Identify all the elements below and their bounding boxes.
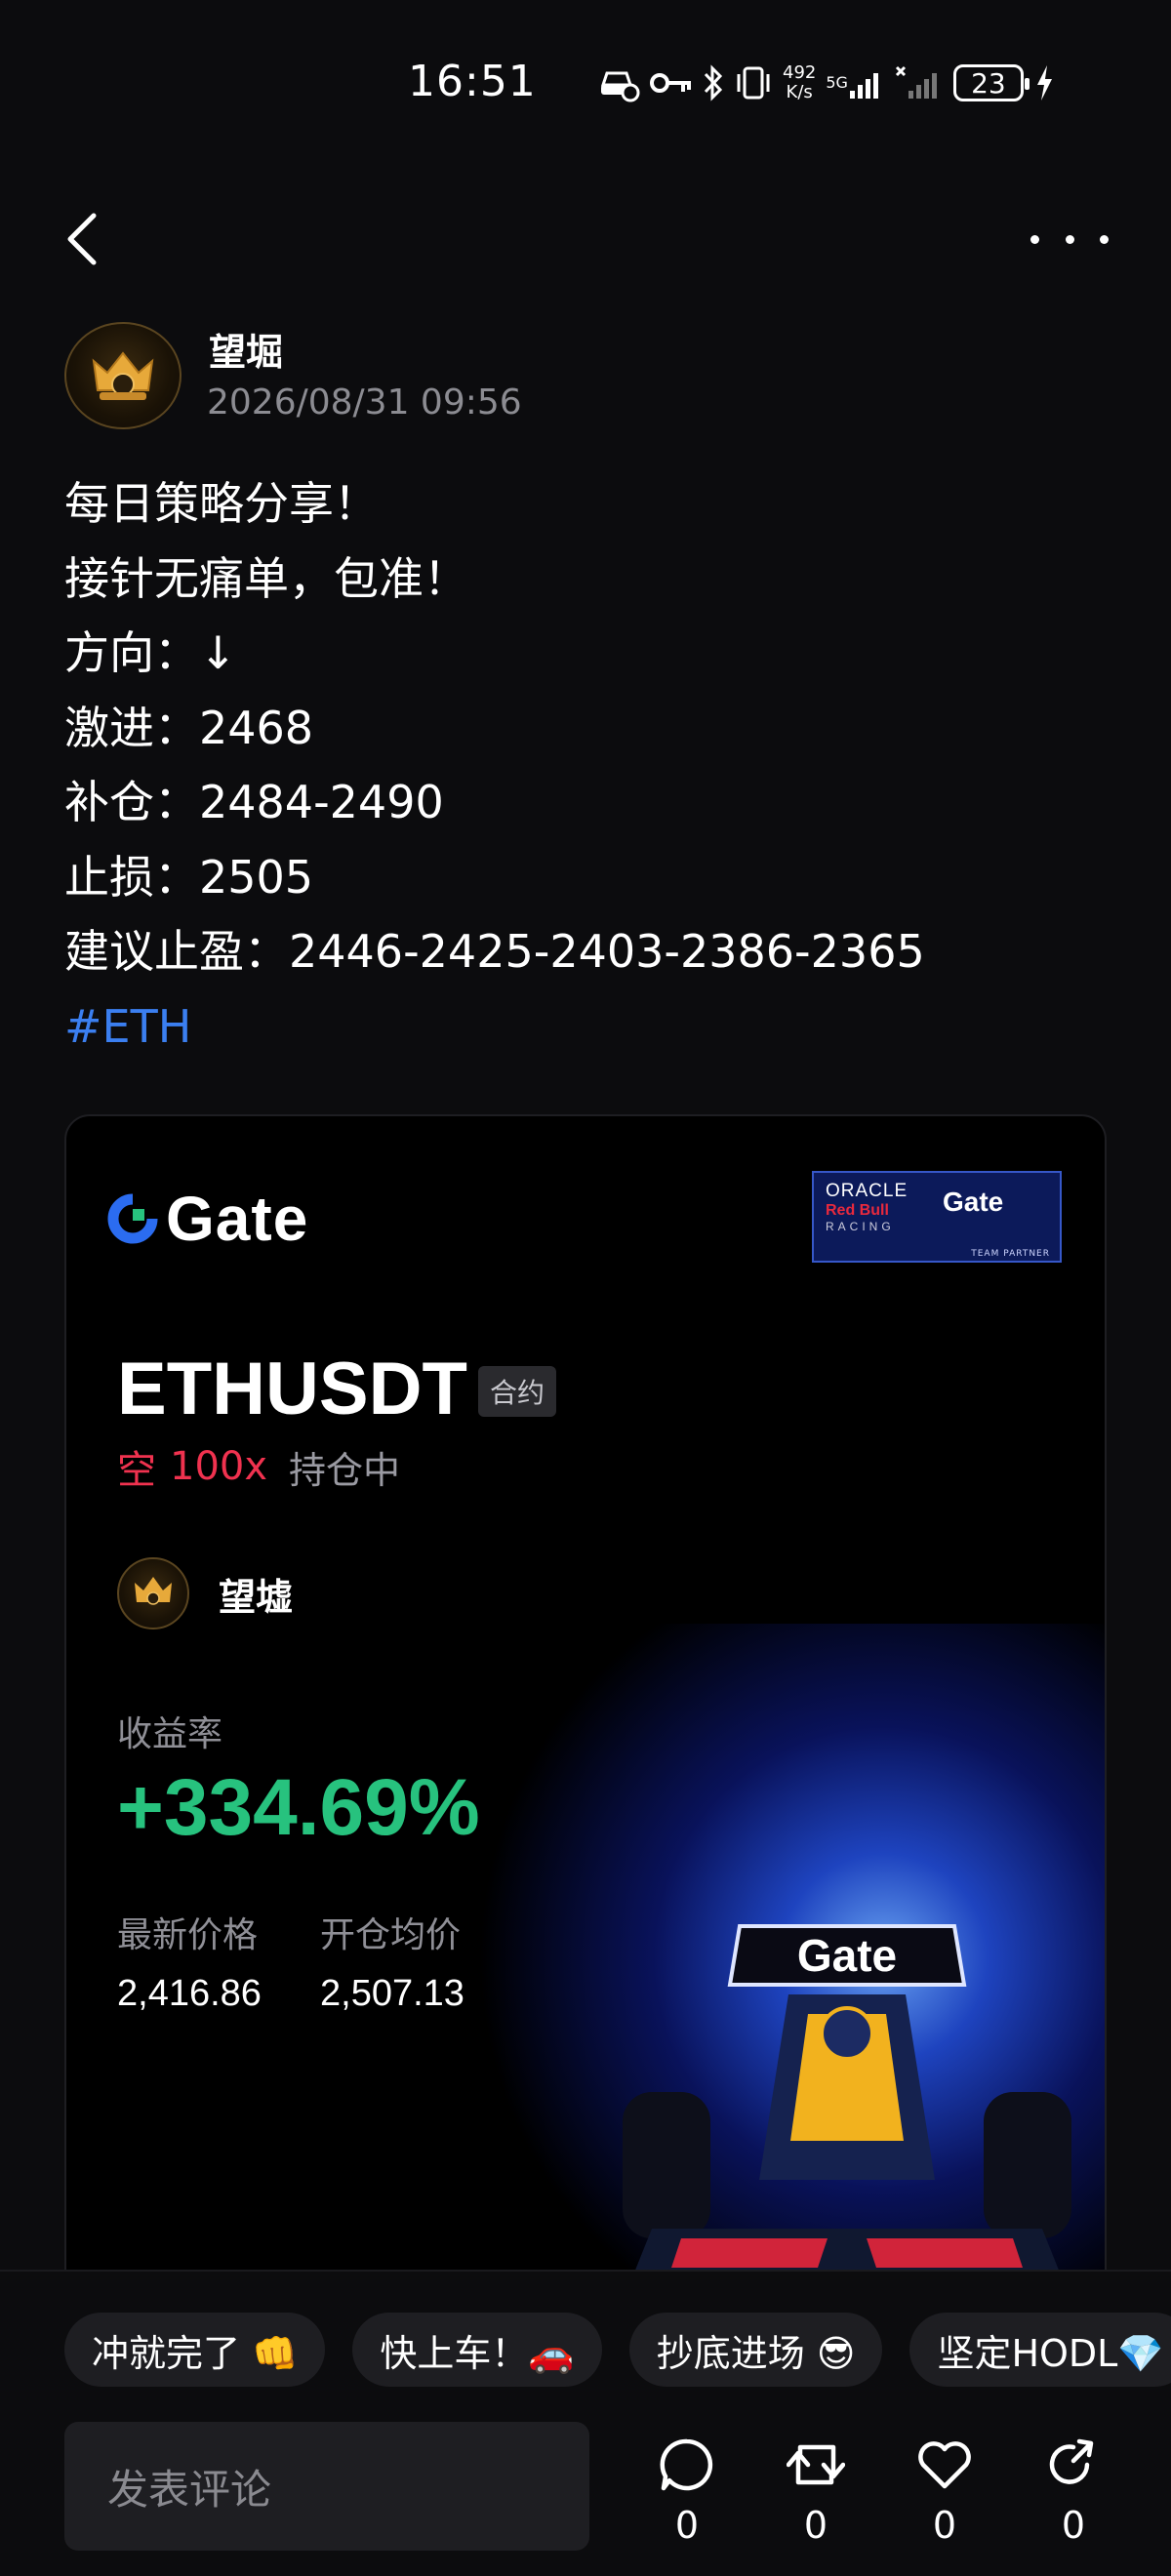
post-line: 方向：↓ (64, 626, 237, 679)
signal-no-service-icon (895, 65, 944, 101)
partner-gate-label: Gate (943, 1187, 1004, 1217)
status-bar: 16:51 492 K/s 5G 23 (0, 0, 1171, 166)
car-mode-icon (597, 63, 640, 102)
leverage-label: 100x (170, 1444, 268, 1489)
latest-price-value: 2,416.86 (117, 1973, 262, 2014)
post-line: 激进：2468 (64, 701, 314, 754)
network-speed: 492 K/s (783, 62, 817, 102)
key-icon (650, 68, 693, 98)
gate-logo: Gate (105, 1183, 308, 1255)
team-partner-badge: ORACLE Red Bull RACING Gate TEAM PARTNER (812, 1171, 1062, 1263)
hashtag-link[interactable]: #ETH (64, 989, 1118, 1065)
roi-label: 收益率 (117, 1714, 223, 1754)
entry-price-value: 2,507.13 (320, 1973, 464, 2014)
comment-button[interactable]: 0 (648, 2435, 726, 2547)
charging-icon (1033, 63, 1055, 102)
bottom-bar: 冲就完了 👊 快上车！🚗 抄底进场 😎 坚定HODL💎 发表评论 0 0 0 0 (0, 2270, 1171, 2576)
card-username: 望墟 (219, 1576, 294, 1619)
post-content: 每日策略分享！ 接针无痛单，包准！ 方向：↓ 激进：2468 补仓：2484-2… (64, 466, 1118, 1064)
crown-avatar-icon (92, 351, 154, 400)
partner-footer: TEAM PARTNER (971, 1249, 1050, 1259)
status-time: 16:51 (408, 57, 537, 106)
post-line: 每日策略分享！ (64, 477, 379, 530)
bluetooth-icon (703, 64, 724, 101)
share-button[interactable]: 0 (1034, 2435, 1112, 2547)
post-time: 2026/08/31 09:56 (207, 382, 522, 423)
trading-symbol: ETHUSDT (117, 1348, 467, 1430)
more-button[interactable] (1030, 220, 1109, 259)
status-icons: 492 K/s 5G 23 (597, 59, 1055, 107)
card-user-avatar (117, 1557, 189, 1630)
crown-avatar-icon (135, 1577, 172, 1605)
latest-price-label: 最新价格 (117, 1915, 259, 1955)
position-status: 持仓中 (289, 1448, 401, 1492)
f1-car-illustration: Gate (623, 1924, 1071, 2277)
author-name[interactable]: 望堀 (209, 322, 283, 376)
roi-value: +334.69% (117, 1763, 480, 1852)
repost-icon (787, 2444, 845, 2485)
signal-icon: 5G (826, 65, 885, 101)
author-avatar[interactable] (64, 322, 182, 429)
post-line: 止损：2505 (64, 850, 314, 904)
share-icon (1049, 2438, 1094, 2484)
svg-text:Gate: Gate (797, 1930, 897, 1981)
quick-reply-chip[interactable]: 抄底进场 😎 (628, 2313, 883, 2387)
back-button[interactable] (61, 210, 109, 268)
chevron-left-icon (67, 213, 97, 265)
comment-icon (660, 2438, 713, 2491)
entry-price-label: 开仓均价 (320, 1915, 462, 1955)
like-heart-icon (918, 2441, 971, 2489)
quick-reply-chip[interactable]: 坚定HODL💎 (909, 2313, 1171, 2387)
gate-logo-icon (107, 1193, 158, 1244)
like-count: 0 (932, 2504, 957, 2547)
repost-button[interactable]: 0 (777, 2435, 855, 2547)
position-direction: 空 100x 持仓中 (117, 1438, 400, 1495)
battery-indicator: 23 (952, 64, 1030, 101)
comment-input[interactable]: 发表评论 (64, 2422, 589, 2551)
post-line: 接针无痛单，包准！ (64, 551, 468, 605)
post-line: 建议止盈：2446-2425-2403-2386-2365 (64, 925, 925, 978)
share-count: 0 (1061, 2504, 1086, 2547)
quick-reply-chip[interactable]: 快上车！🚗 (352, 2313, 602, 2387)
more-horizontal-icon (1030, 234, 1039, 244)
quick-reply-chips: 冲就完了 👊 快上车！🚗 抄底进场 😎 坚定HODL💎 (64, 2313, 1171, 2387)
vibrate-icon (734, 64, 773, 101)
repost-count: 0 (803, 2504, 828, 2547)
contract-badge: 合约 (478, 1366, 557, 1417)
direction-label: 空 (117, 1448, 156, 1493)
comment-count: 0 (674, 2504, 700, 2547)
like-button[interactable]: 0 (906, 2435, 984, 2547)
post-line: 补仓：2484-2490 (64, 776, 444, 828)
quick-reply-chip[interactable]: 冲就完了 👊 (64, 2313, 326, 2387)
